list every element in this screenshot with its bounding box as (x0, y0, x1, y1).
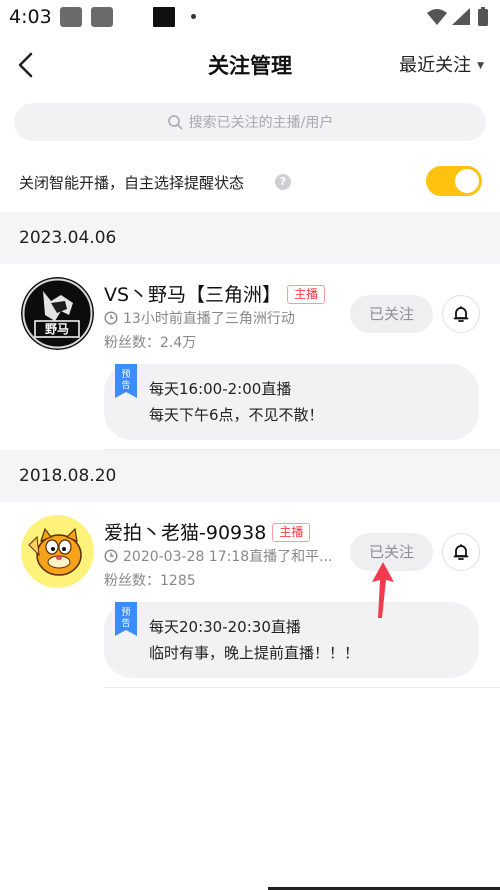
user-name[interactable]: VS丶野马【三角洲】 主播 (104, 280, 326, 307)
back-arrow-icon[interactable] (10, 48, 44, 82)
date-text: 2018.08.20 (19, 466, 117, 486)
followed-user-card: 野马 VS丶野马【三角洲】 主播 13小时前直播了三角洲行动 粉丝数：2.4万 已… (0, 264, 500, 450)
notice-badge-text: 告 (121, 617, 130, 629)
notice-badge: 预 告 (115, 602, 137, 636)
notice-badge-text: 告 (121, 379, 130, 391)
stream-notice: 预 告 每天16:00-2:00直播 每天下午6点，不见不散！ (104, 364, 479, 440)
notice-badge-text: 预 (121, 607, 130, 618)
user-name[interactable]: 爱拍丶老猫-90938 主播 (104, 518, 311, 545)
notice-badge: 预 告 (115, 364, 137, 398)
followed-button[interactable]: 已关注 (350, 295, 433, 333)
last-live-info: 13小时前直播了三角洲行动 (104, 308, 295, 328)
date-header: 2018.08.20 (0, 450, 500, 502)
notice-message: 每天下午6点，不见不散！ (149, 406, 324, 424)
fans-count: 粉丝数：2.4万 (104, 335, 197, 351)
search-placeholder: 搜索已关注的主播/用户 (188, 115, 334, 131)
notice-schedule: 每天16:00-2:00直播 (149, 380, 292, 398)
reminder-bell-button[interactable] (442, 295, 480, 333)
anchor-tag: 主播 (272, 523, 311, 542)
date-header: 2023.04.06 (0, 212, 500, 264)
sort-label: 最近关注 (399, 55, 472, 76)
divider (104, 687, 500, 688)
system-status-icons (427, 7, 488, 26)
help-icon[interactable]: ? (275, 174, 291, 190)
search-icon (167, 115, 182, 130)
avatar-logo-text: 野马 (45, 322, 69, 336)
toggle-knob (455, 169, 479, 193)
search-input[interactable]: 搜索已关注的主播/用户 (14, 103, 486, 141)
app-header: 关注管理 最近关注 ▼ (0, 40, 500, 90)
bell-icon (453, 306, 469, 322)
notice-badge-text: 预 (121, 369, 130, 380)
smart-reminder-label: 关闭智能开播，自主选择提醒状态 (19, 174, 245, 192)
notice-message: 临时有事，晚上提前直播！！！ (149, 644, 360, 662)
smart-reminder-row: 关闭智能开播，自主选择提醒状态 ? (0, 160, 500, 204)
last-live-info: 2020-03-28 17:18直播了和平... (104, 546, 333, 566)
reminder-bell-button[interactable] (442, 533, 480, 571)
date-text: 2023.04.06 (19, 228, 117, 248)
notification-icon (153, 7, 175, 27)
bell-icon (453, 544, 469, 560)
smart-reminder-toggle[interactable] (426, 166, 482, 196)
anchor-tag: 主播 (287, 285, 326, 304)
status-bar: 4:03 (0, 0, 500, 36)
avatar[interactable]: 野马 (21, 277, 94, 350)
sort-dropdown[interactable]: 最近关注 ▼ (399, 51, 484, 77)
notification-icon (91, 7, 113, 27)
followed-user-card: 爱拍丶老猫-90938 主播 2020-03-28 17:18直播了和平... 粉… (0, 502, 500, 688)
more-notifications-icon (191, 14, 196, 19)
avatar[interactable] (21, 515, 94, 588)
notice-schedule: 每天20:30-20:30直播 (149, 618, 301, 636)
stream-notice: 预 告 每天20:30-20:30直播 临时有事，晚上提前直播！！！ (104, 602, 479, 678)
fans-count: 粉丝数：1285 (104, 573, 196, 589)
clock-icon (104, 549, 118, 563)
annotation-arrow-icon (372, 562, 394, 618)
status-time: 4:03 (9, 6, 52, 28)
clock-icon (104, 311, 118, 325)
notification-icon (60, 7, 82, 27)
caret-down-icon: ▼ (477, 61, 484, 71)
